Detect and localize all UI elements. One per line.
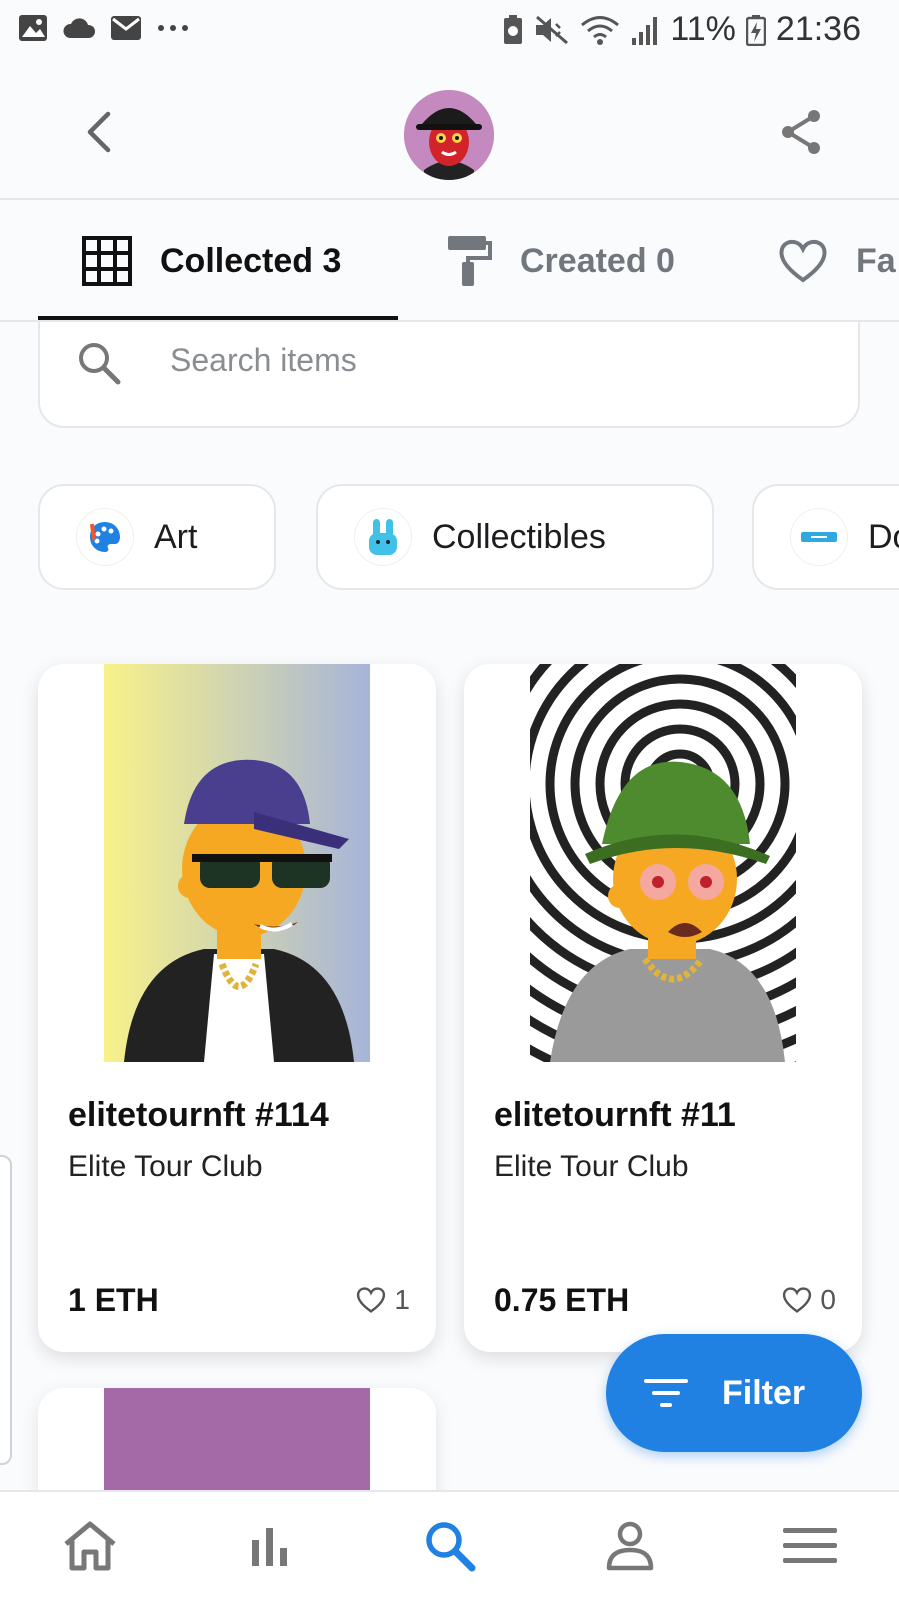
category-art-label: Art [154, 517, 198, 556]
heart-icon [357, 1287, 386, 1313]
status-bar: 11% 21:36 [0, 0, 899, 64]
profile-header [0, 64, 899, 200]
like-button[interactable]: 0 [782, 1284, 836, 1316]
cloud-icon [63, 18, 96, 38]
category-chip-art[interactable]: Art [38, 484, 276, 590]
home-icon [64, 1521, 116, 1571]
tab-collected-label: Collected 3 [160, 241, 342, 280]
battery-saver-icon [504, 14, 523, 44]
edge-panel-handle[interactable] [0, 1155, 12, 1465]
filter-button[interactable]: Filter [606, 1334, 862, 1452]
wifi-icon [581, 15, 620, 45]
nft-price: 0.75 ETH [494, 1282, 630, 1318]
search-input[interactable]: Search items [38, 322, 860, 428]
nft-card[interactable]: elitetournft #114 Elite Tour Club 1 ETH … [38, 664, 436, 1352]
menu-icon [783, 1528, 837, 1563]
nav-menu[interactable] [778, 1514, 842, 1578]
share-icon[interactable] [776, 106, 828, 158]
tab-favorited[interactable]: Fa [778, 200, 896, 320]
nft-card[interactable]: elitetournft #11 Elite Tour Club 0.75 ET… [464, 664, 862, 1352]
tab-collected[interactable]: Collected 3 [82, 200, 342, 320]
search-icon [426, 1522, 476, 1572]
active-tab-indicator [38, 316, 398, 320]
nft-collection: Elite Tour Club [494, 1150, 689, 1183]
bunny-icon [354, 508, 412, 566]
like-count: 0 [820, 1284, 836, 1315]
like-button[interactable]: 1 [356, 1284, 410, 1316]
nft-image [104, 664, 370, 1062]
chevron-left-icon[interactable] [76, 106, 128, 158]
tab-favorited-label: Fa [856, 241, 896, 280]
more-dots-icon [158, 25, 188, 31]
category-collectibles-label: Collectibles [432, 517, 606, 556]
tab-created[interactable]: Created 0 [446, 200, 675, 320]
person-icon [606, 1521, 654, 1571]
clock: 21:36 [775, 10, 861, 48]
nft-name: elitetournft #114 [68, 1096, 329, 1134]
nav-home[interactable] [58, 1514, 122, 1578]
paint-roller-icon [448, 236, 492, 286]
like-count: 1 [394, 1284, 410, 1315]
nft-image [530, 664, 796, 1062]
nft-collection: Elite Tour Club [68, 1150, 263, 1183]
nav-account[interactable] [598, 1514, 662, 1578]
nft-price: 1 ETH [68, 1282, 159, 1318]
nav-search[interactable] [418, 1514, 482, 1578]
image-icon [19, 15, 47, 41]
category-chip-domain[interactable]: Do [752, 484, 899, 590]
battery-charging-icon [745, 14, 766, 46]
nft-name: elitetournft #11 [494, 1096, 736, 1134]
palette-icon [76, 508, 134, 566]
mute-icon [536, 15, 569, 44]
nav-stats[interactable] [238, 1514, 302, 1578]
heart-icon [783, 1287, 812, 1313]
category-domain-label: Do [868, 517, 899, 556]
heart-icon [779, 239, 827, 283]
filter-label: Filter [722, 1373, 806, 1412]
bottom-navigation [0, 1490, 899, 1599]
signal-icon [632, 16, 658, 45]
profile-tabs: Collected 3 Created 0 Fa [0, 200, 899, 322]
search-placeholder: Search items [170, 342, 357, 378]
battery-percent: 11% [670, 10, 736, 48]
grid-icon [82, 236, 132, 286]
mail-icon [111, 16, 141, 40]
tab-created-label: Created 0 [520, 241, 675, 280]
filter-icon [644, 1379, 688, 1407]
search-icon [79, 343, 121, 385]
category-chip-collectibles[interactable]: Collectibles [316, 484, 714, 590]
domain-icon [790, 508, 848, 566]
bar-chart-icon [252, 1528, 287, 1566]
profile-avatar[interactable] [404, 90, 494, 180]
